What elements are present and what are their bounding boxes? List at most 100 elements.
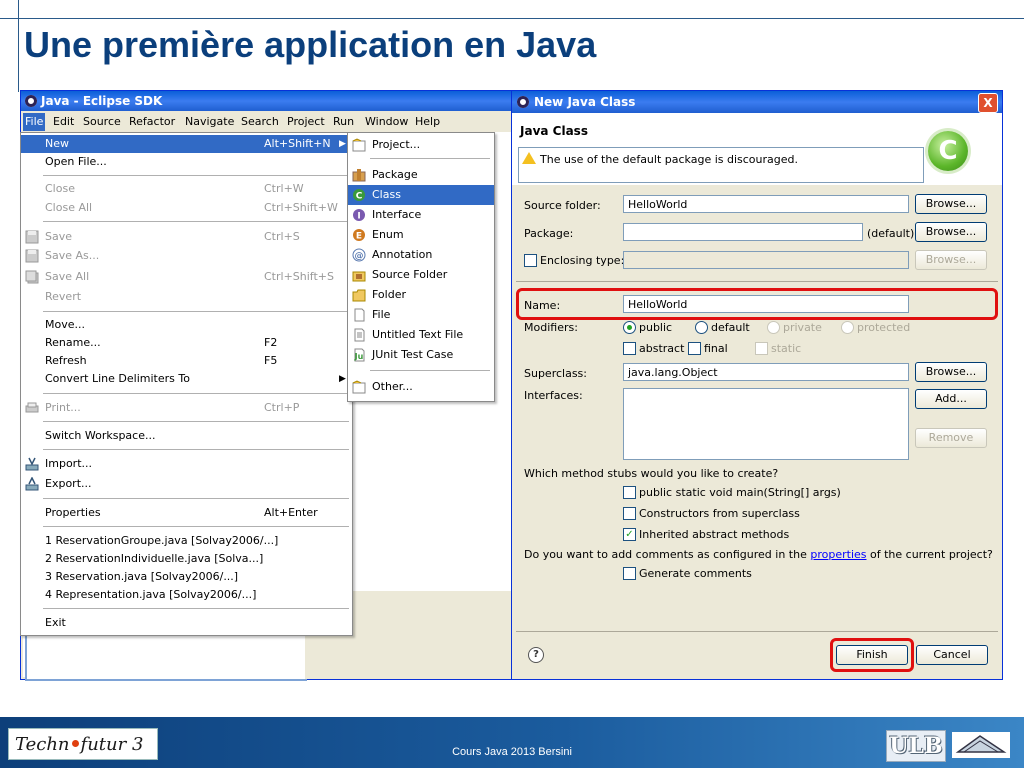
menu-item-revert[interactable]: Revert <box>21 288 352 306</box>
browse-source-folder-button[interactable]: Browse... <box>915 194 987 214</box>
submenu-item-package[interactable]: Package <box>348 165 494 185</box>
submenu-item-junit-test-case[interactable]: Ju JUnit Test Case <box>348 345 494 365</box>
file-icon <box>354 308 365 322</box>
menu-item-move[interactable]: Move... <box>21 316 352 334</box>
menu-item-properties[interactable]: Properties Alt+Enter <box>21 504 352 522</box>
source-folder-icon <box>352 271 366 282</box>
menu-help[interactable]: Help <box>415 115 440 128</box>
submenu-item-label: Enum <box>372 228 404 241</box>
submenu-item-enum[interactable]: E Enum <box>348 225 494 245</box>
remove-interface-button[interactable]: Remove <box>915 428 987 448</box>
final-checkbox[interactable] <box>688 342 701 355</box>
menu-item-open-file[interactable]: Open File... <box>21 153 352 171</box>
menu-item-recent-file-4[interactable]: 4 Representation.java [Solvay2006/...] <box>21 586 352 604</box>
menu-navigate[interactable]: Navigate <box>185 115 234 128</box>
eclipse-titlebar: Java - Eclipse SDK <box>21 91 513 111</box>
interfaces-list[interactable] <box>623 388 909 460</box>
abstract-checkbox[interactable] <box>623 342 636 355</box>
new-java-class-dialog: New Java Class X Java Class The use of t… <box>511 90 1003 680</box>
private-label: private <box>783 321 822 334</box>
submenu-item-untitled-text-file[interactable]: Untitled Text File <box>348 325 494 345</box>
menu-item-save-all[interactable]: Save All Ctrl+Shift+S <box>21 268 352 286</box>
menu-item-save-as[interactable]: Save As... <box>21 247 352 265</box>
help-icon[interactable]: ? <box>528 647 544 663</box>
eclipse-logo-icon <box>25 95 37 107</box>
private-radio[interactable] <box>767 321 780 334</box>
menu-item-shortcut: Alt+Enter <box>264 506 318 519</box>
menu-window[interactable]: Window <box>365 115 408 128</box>
submenu-item-folder[interactable]: Folder <box>348 285 494 305</box>
constructors-label: Constructors from superclass <box>639 507 800 520</box>
menu-item-import[interactable]: Import... <box>21 455 352 473</box>
public-radio[interactable] <box>623 321 636 334</box>
browse-superclass-button[interactable]: Browse... <box>915 362 987 382</box>
file-menu: New Alt+Shift+N ▶ Open File... Close Ctr… <box>20 132 353 636</box>
static-checkbox[interactable] <box>755 342 768 355</box>
inherited-methods-checkbox[interactable]: ✓ <box>623 528 636 541</box>
main-method-checkbox[interactable] <box>623 486 636 499</box>
menu-project[interactable]: Project <box>287 115 325 128</box>
constructors-checkbox[interactable] <box>623 507 636 520</box>
submenu-item-file[interactable]: File <box>348 305 494 325</box>
source-folder-input[interactable]: HelloWorld <box>623 195 909 213</box>
menu-file[interactable]: File <box>23 113 46 131</box>
menu-separator <box>370 370 490 371</box>
enclosing-type-input[interactable] <box>623 251 909 269</box>
text-file-icon <box>354 328 365 342</box>
menu-item-close[interactable]: Close Ctrl+W <box>21 180 352 198</box>
menu-refactor[interactable]: Refactor <box>129 115 175 128</box>
menu-item-convert-line-delimiters[interactable]: Convert Line Delimiters To ▶ <box>21 370 352 388</box>
menu-item-print[interactable]: Print... Ctrl+P <box>21 399 352 417</box>
menu-item-rename[interactable]: Rename... F2 <box>21 334 352 352</box>
menu-item-recent-file-1[interactable]: 1 ReservationGroupe.java [Solvay2006/...… <box>21 532 352 550</box>
generate-comments-label: Generate comments <box>639 567 752 580</box>
menu-item-export[interactable]: Export... <box>21 475 352 493</box>
menu-item-recent-file-3[interactable]: 3 Reservation.java [Solvay2006/...] <box>21 568 352 586</box>
menu-item-new[interactable]: New Alt+Shift+N ▶ <box>21 135 352 153</box>
submenu-item-label: Package <box>372 168 418 181</box>
submenu-item-label: Other... <box>372 380 413 393</box>
add-interface-button[interactable]: Add... <box>915 389 987 409</box>
junit-icon: Ju <box>354 348 365 362</box>
inherited-methods-label: Inherited abstract methods <box>639 528 790 541</box>
menu-search[interactable]: Search <box>241 115 279 128</box>
submenu-item-annotation[interactable]: @ Annotation <box>348 245 494 265</box>
submenu-item-project[interactable]: Project... <box>348 135 494 155</box>
menu-item-label: Convert Line Delimiters To <box>45 372 190 385</box>
menu-edit[interactable]: Edit <box>53 115 74 128</box>
menu-source[interactable]: Source <box>83 115 121 128</box>
protected-radio[interactable] <box>841 321 854 334</box>
browse-enclosing-type-button[interactable]: Browse... <box>915 250 987 270</box>
menu-item-label: Rename... <box>45 336 101 349</box>
submenu-item-source-folder[interactable]: Source Folder <box>348 265 494 285</box>
menu-item-recent-file-2[interactable]: 2 ReservationIndividuelle.java [Solva...… <box>21 550 352 568</box>
cancel-button[interactable]: Cancel <box>916 645 988 665</box>
submenu-item-interface[interactable]: I Interface <box>348 205 494 225</box>
menu-item-shortcut: Ctrl+Shift+S <box>264 270 334 283</box>
menu-item-exit[interactable]: Exit <box>21 614 352 632</box>
menu-separator <box>43 311 349 312</box>
generate-comments-checkbox[interactable] <box>623 567 636 580</box>
submenu-item-label: JUnit Test Case <box>372 348 454 361</box>
menu-item-close-all[interactable]: Close All Ctrl+Shift+W <box>21 199 352 217</box>
submenu-item-other[interactable]: Other... <box>348 377 494 397</box>
save-all-icon <box>25 270 39 284</box>
browse-package-button[interactable]: Browse... <box>915 222 987 242</box>
folder-icon <box>352 289 366 302</box>
menu-item-shortcut: Alt+Shift+N <box>264 137 331 150</box>
submenu-item-label: Untitled Text File <box>372 328 464 341</box>
menu-separator <box>43 449 349 450</box>
menu-item-label: Close <box>45 182 75 195</box>
submenu-item-class[interactable]: C Class <box>348 185 494 205</box>
menu-item-shortcut: Ctrl+S <box>264 230 300 243</box>
superclass-input[interactable]: java.lang.Object <box>623 363 909 381</box>
properties-link[interactable]: properties <box>810 548 866 561</box>
menu-item-refresh[interactable]: Refresh F5 <box>21 352 352 370</box>
menu-run[interactable]: Run <box>333 115 354 128</box>
default-radio[interactable] <box>695 321 708 334</box>
package-input[interactable] <box>623 223 863 241</box>
menu-item-switch-workspace[interactable]: Switch Workspace... <box>21 427 352 445</box>
enclosing-type-checkbox[interactable] <box>524 254 537 267</box>
close-button[interactable]: X <box>978 93 998 113</box>
menu-item-save[interactable]: Save Ctrl+S <box>21 228 352 246</box>
